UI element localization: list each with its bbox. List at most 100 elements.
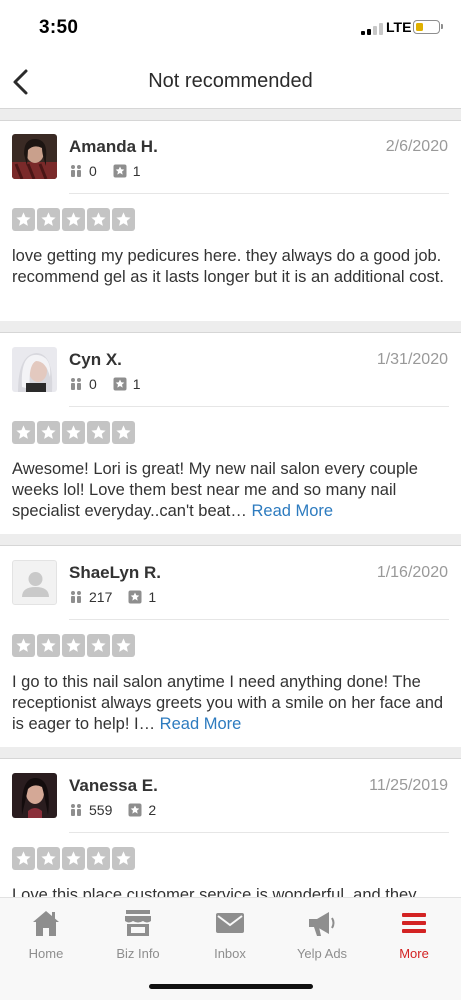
home-indicator <box>149 984 313 989</box>
review-text: I go to this nail salon anytime I need a… <box>12 672 449 735</box>
review-body: Awesome! Lori is great! My new nail salo… <box>12 460 418 520</box>
star-icon <box>87 421 110 444</box>
card-divider <box>69 193 449 194</box>
star-icon <box>12 634 35 657</box>
battery-level <box>415 22 423 31</box>
review-date: 1/16/2020 <box>376 564 448 581</box>
star-icon <box>62 847 85 870</box>
star-icon <box>37 634 60 657</box>
signal-icon <box>361 23 383 35</box>
review-count: 1 <box>148 589 157 605</box>
avatar[interactable] <box>12 134 57 179</box>
battery-icon <box>413 20 440 34</box>
battery-tip <box>441 24 443 29</box>
section-gap <box>0 109 461 121</box>
review-text: love getting my pedicures here. they alw… <box>12 246 449 288</box>
user-stats: 0 1 <box>69 162 141 180</box>
review-card: Amanda H. 2/6/2020 0 1 love getting my p… <box>0 121 461 322</box>
home-icon <box>33 911 59 936</box>
tab-label: Inbox <box>214 946 246 961</box>
card-divider <box>69 832 449 833</box>
star-rating <box>12 847 135 870</box>
friends-icon <box>71 165 81 177</box>
star-icon <box>37 847 60 870</box>
user-name[interactable]: Vanessa E. <box>69 776 158 796</box>
review-date: 11/25/2019 <box>369 777 448 794</box>
review-date: 1/31/2020 <box>376 351 448 368</box>
review-date: 2/6/2020 <box>385 138 448 155</box>
storefront-icon <box>125 910 151 936</box>
star-icon <box>112 634 135 657</box>
avatar[interactable] <box>12 347 57 392</box>
star-icon <box>62 208 85 231</box>
star-icon <box>12 847 35 870</box>
tab-label: Biz Info <box>116 946 160 961</box>
star-icon <box>62 634 85 657</box>
tab-yelp-ads[interactable]: Yelp Ads <box>276 908 368 961</box>
nav-header: Not recommended <box>0 58 461 108</box>
star-icon <box>62 421 85 444</box>
tab-inbox[interactable]: Inbox <box>184 908 276 961</box>
card-divider <box>69 619 449 620</box>
star-icon <box>87 847 110 870</box>
tab-label: Home <box>28 946 64 961</box>
friends-icon <box>71 804 81 816</box>
star-icon <box>87 634 110 657</box>
star-icon <box>112 847 135 870</box>
avatar[interactable] <box>12 773 57 818</box>
star-icon <box>37 421 60 444</box>
section-gap <box>0 534 461 546</box>
star-rating <box>12 634 135 657</box>
read-more-link[interactable]: Read More <box>160 715 242 733</box>
section-gap <box>0 747 461 759</box>
review-count-icon <box>113 164 127 178</box>
user-name[interactable]: ShaeLyn R. <box>69 563 161 583</box>
review-count: 2 <box>148 802 157 818</box>
status-bar: 3:50 LTE <box>0 0 461 58</box>
read-more-link[interactable]: Read More <box>251 502 333 520</box>
user-name[interactable]: Cyn X. <box>69 350 122 370</box>
star-icon <box>87 208 110 231</box>
section-gap <box>0 321 461 333</box>
user-stats: 217 1 <box>69 588 156 606</box>
star-icon <box>12 208 35 231</box>
review-text: Awesome! Lori is great! My new nail salo… <box>12 459 449 522</box>
card-divider <box>69 406 449 407</box>
friends-count: 0 <box>89 163 97 179</box>
friends-count: 0 <box>89 376 97 392</box>
review-count: 1 <box>132 376 141 392</box>
review-body: love getting my pedicures here. they alw… <box>12 247 444 286</box>
review-card: Cyn X. 1/31/2020 0 1 Awesome! Lori is gr… <box>0 334 461 535</box>
status-time: 3:50 <box>39 17 79 38</box>
review-count-icon <box>128 803 142 817</box>
user-name[interactable]: Amanda H. <box>69 137 158 157</box>
tab-label: More <box>399 946 429 961</box>
tab-home[interactable]: Home <box>0 908 92 961</box>
megaphone-icon <box>309 912 335 936</box>
tab-biz-info[interactable]: Biz Info <box>92 908 184 961</box>
star-icon <box>12 421 35 444</box>
network-type: LTE <box>386 19 412 35</box>
friends-count: 217 <box>89 589 113 605</box>
page-title: Not recommended <box>148 70 313 92</box>
friends-icon <box>71 591 81 603</box>
star-icon <box>37 208 60 231</box>
tab-label: Yelp Ads <box>296 946 348 961</box>
user-stats: 559 2 <box>69 801 156 819</box>
friends-count: 559 <box>89 802 113 818</box>
tab-more[interactable]: More <box>368 908 460 961</box>
menu-icon <box>402 913 426 933</box>
star-rating <box>12 208 135 231</box>
review-card: ShaeLyn R. 1/16/2020 217 1 I go to this … <box>0 547 461 748</box>
avatar[interactable] <box>12 560 57 605</box>
star-icon <box>112 421 135 444</box>
user-stats: 0 1 <box>69 375 141 393</box>
mail-icon <box>216 913 244 933</box>
review-count: 1 <box>132 163 141 179</box>
default-user-icon <box>22 572 49 597</box>
star-rating <box>12 421 135 444</box>
review-count-icon <box>113 377 127 391</box>
star-icon <box>112 208 135 231</box>
review-count-icon <box>128 590 142 604</box>
friends-icon <box>71 378 81 390</box>
